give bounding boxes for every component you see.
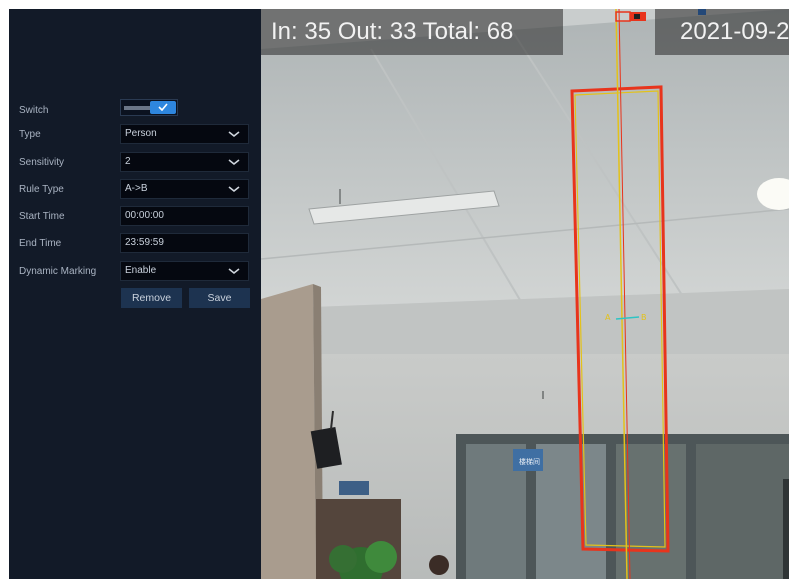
end-time-row: End Time 23:59:59	[9, 233, 261, 255]
sensitivity-value: 2	[125, 156, 131, 167]
type-select[interactable]: Person	[120, 124, 249, 144]
start-time-input[interactable]: 00:00:00	[120, 206, 249, 226]
action-row: Remove Save	[9, 288, 261, 310]
switch-toggle[interactable]	[120, 99, 178, 116]
switch-label: Switch	[19, 105, 49, 116]
exit-sign-text: 楼梯间	[519, 457, 540, 466]
end-time-label: End Time	[19, 238, 62, 249]
dynamic-marking-value: Enable	[125, 265, 157, 276]
people-counter-overlay: In: 35 Out: 33 Total: 68	[261, 9, 563, 55]
camera-scene: 楼梯间 A B	[261, 9, 789, 579]
dynamic-marking-select[interactable]: Enable	[120, 261, 249, 281]
rule-type-value: A->B	[125, 183, 148, 194]
line-label-b: B	[641, 313, 647, 322]
save-button[interactable]: Save	[189, 288, 250, 308]
dynamic-marking-row: Dynamic Marking Enable	[9, 261, 261, 283]
line-label-a: A	[605, 313, 611, 322]
switch-knob	[150, 101, 176, 114]
chevron-down-icon	[228, 159, 240, 166]
settings-panel: Switch Type Person Sensitivity 2 Rule Ty…	[9, 9, 261, 579]
start-time-label: Start Time	[19, 211, 65, 222]
sensitivity-select[interactable]: 2	[120, 152, 249, 172]
dynamic-marking-label: Dynamic Marking	[19, 266, 97, 277]
end-time-input[interactable]: 23:59:59	[120, 233, 249, 253]
chevron-down-icon	[228, 268, 240, 275]
rule-type-select[interactable]: A->B	[120, 179, 249, 199]
start-time-row: Start Time 00:00:00	[9, 206, 261, 228]
switch-row: Switch	[9, 99, 261, 122]
chevron-down-icon	[228, 186, 240, 193]
camera-view[interactable]: 楼梯间 A B In: 35 Out: 33 Total: 68 2021-09…	[261, 9, 789, 579]
chevron-down-icon	[228, 131, 240, 138]
rule-type-row: Rule Type A->B	[9, 179, 261, 201]
type-value: Person	[125, 128, 157, 139]
check-icon	[158, 103, 168, 111]
remove-button[interactable]: Remove	[121, 288, 182, 308]
rule-type-label: Rule Type	[19, 184, 64, 195]
timestamp-overlay: 2021-09-2	[655, 9, 789, 55]
type-row: Type Person	[9, 124, 261, 146]
type-label: Type	[19, 129, 41, 140]
sensitivity-label: Sensitivity	[19, 157, 65, 168]
sensitivity-row: Sensitivity 2	[9, 152, 261, 174]
switch-track	[124, 106, 150, 110]
